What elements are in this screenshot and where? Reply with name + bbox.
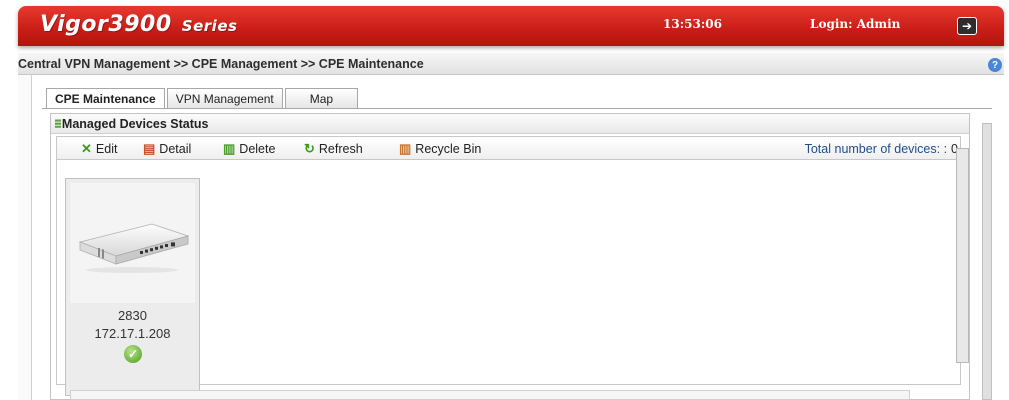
brand-logo: Vigor3900 Series: [40, 12, 238, 37]
managed-devices-panel: ⁝⁝⁝ Managed Devices Status ✕ Edit ▤ Detail …: [50, 113, 970, 400]
trash-icon: ▥: [223, 141, 236, 156]
router-image: [70, 183, 195, 303]
device-list-scrollbar[interactable]: [956, 148, 969, 363]
tab-map[interactable]: Map: [284, 88, 359, 108]
status-ok-icon: ✓: [124, 345, 142, 363]
breadcrumb: Central VPN Management >> CPE Management…: [18, 57, 424, 71]
device-card[interactable]: 2830 172.17.1.208 ✓: [65, 178, 200, 396]
detail-button[interactable]: ▤ Detail: [143, 141, 191, 157]
device-list-area: 2830 172.17.1.208 ✓: [56, 160, 961, 396]
left-rail: [18, 75, 32, 400]
recycle-bin-button[interactable]: ▥ Recycle Bin: [399, 141, 481, 157]
edit-icon: ✕: [81, 141, 92, 156]
device-ip: 172.17.1.208: [94, 326, 171, 341]
edit-button[interactable]: ✕ Edit: [81, 141, 117, 157]
login-user-label: Login: Admin: [810, 17, 901, 31]
logout-icon: ➔: [961, 19, 973, 33]
recycle-bin-icon: ▥: [399, 141, 412, 156]
clock-display: 13:53:06: [663, 17, 722, 31]
refresh-button[interactable]: ↻ Refresh: [304, 141, 363, 157]
help-icon[interactable]: ?: [988, 58, 1002, 72]
device-toolbar: ✕ Edit ▤ Detail ▥ Delete ↻ Refresh ▥ Recycle …: [56, 136, 961, 160]
breadcrumb-bar: Central VPN Management >> CPE Management…: [18, 53, 1004, 75]
grid-icon: ⁝⁝⁝: [54, 117, 62, 131]
panel-title: ⁝⁝⁝ Managed Devices Status: [51, 114, 969, 134]
delete-button[interactable]: ▥ Delete: [223, 141, 275, 157]
logout-button[interactable]: ➔: [957, 17, 977, 35]
device-model: 2830: [118, 308, 147, 323]
tab-divider: [42, 108, 992, 109]
tab-bar: CPE Maintenance VPN Management Map: [46, 88, 360, 109]
top-header-bar: Vigor3900 Series 13:53:06 Login: Admin ➔: [18, 6, 1004, 46]
refresh-icon: ↻: [304, 141, 315, 156]
tab-cpe-maintenance[interactable]: CPE Maintenance: [46, 88, 165, 109]
tab-vpn-management[interactable]: VPN Management: [166, 88, 283, 108]
total-devices-label: Total number of devices: :0: [804, 142, 958, 156]
detail-icon: ▤: [143, 141, 156, 156]
page-scrollbar[interactable]: [982, 123, 992, 400]
bottom-detail-panel: [70, 390, 910, 400]
